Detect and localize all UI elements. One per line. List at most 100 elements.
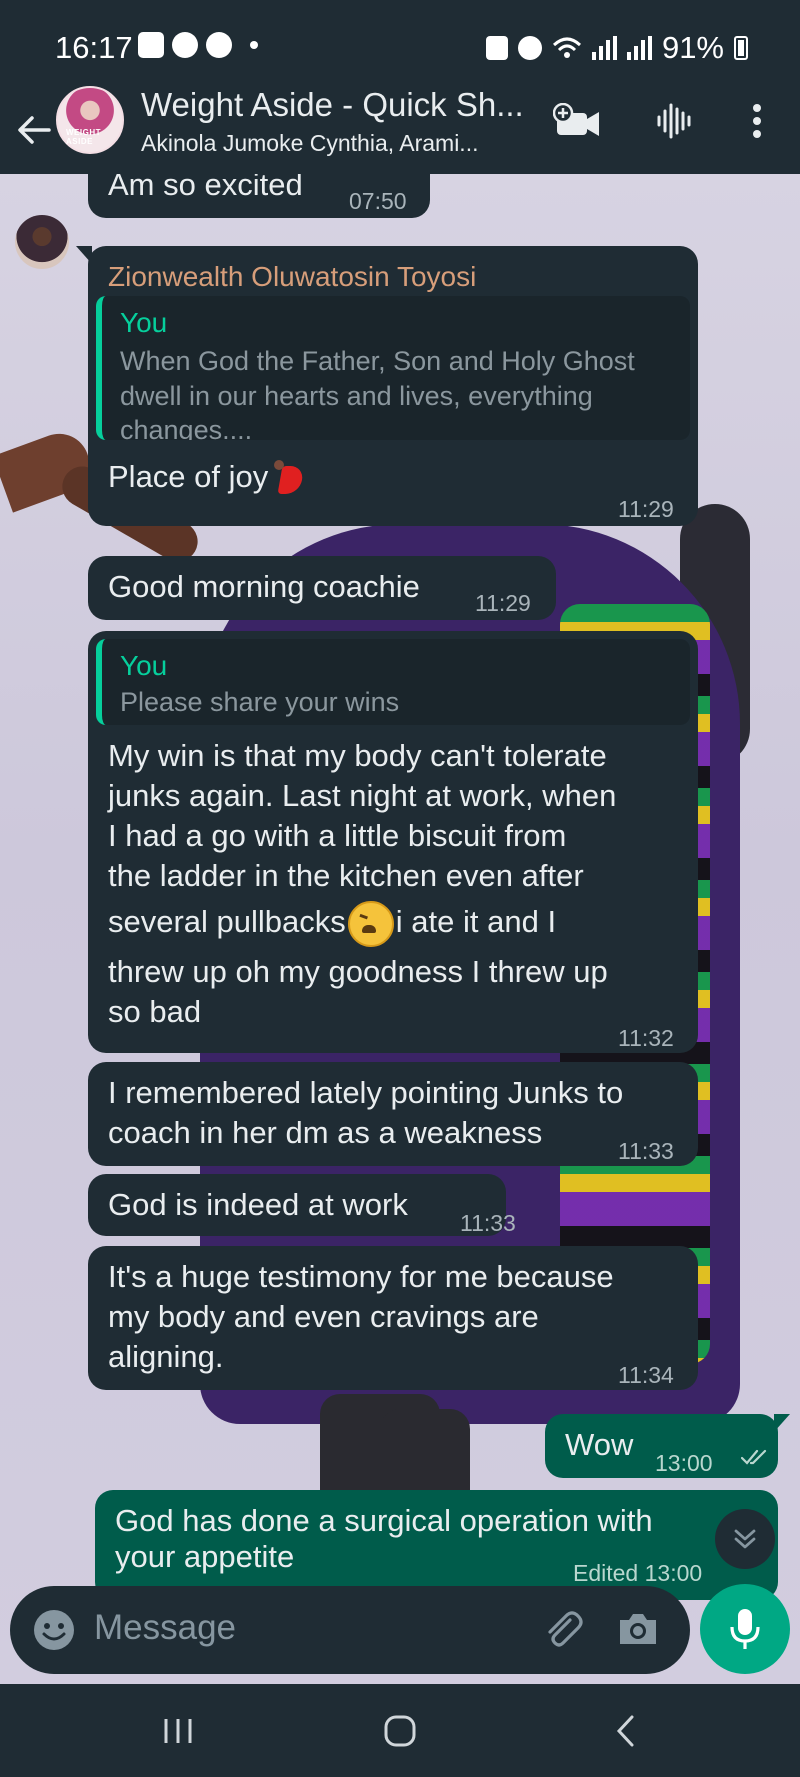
chat-header: WEIGHT ASIDE Weight Aside - Quick Sh... … [0, 86, 800, 174]
back-button[interactable] [14, 100, 54, 160]
notification-icons [138, 32, 258, 58]
group-title[interactable]: Weight Aside - Quick Sh... [141, 86, 524, 124]
message-time: 13:00 [655, 1450, 713, 1476]
attach-button[interactable] [540, 1606, 586, 1652]
message-text-line: coach in her dm as a weakness [108, 1115, 543, 1150]
emoji-button[interactable] [32, 1608, 76, 1652]
home-button[interactable] [370, 1704, 430, 1758]
video-call-button[interactable] [553, 96, 603, 146]
message-bubble[interactable]: God is indeed at work 11:33 [88, 1174, 516, 1236]
recent-apps-button[interactable] [148, 1704, 208, 1758]
message-input[interactable]: Message [94, 1608, 236, 1648]
paperclip-icon [548, 1611, 583, 1647]
message-text-line: the ladder in the kitchen even after [108, 858, 584, 893]
message-bubble[interactable]: Good morning coachie 11:29 [88, 556, 556, 620]
message-bubble[interactable]: Am so excited 07:50 [88, 174, 430, 218]
message-input-bar[interactable]: Message [10, 1586, 690, 1674]
quote-text-line: When God the Father, Son and Holy Ghost [120, 346, 635, 376]
battery-icon [734, 36, 748, 60]
quoted-message[interactable]: You Please share your wins [96, 639, 690, 725]
back-nav-button[interactable] [596, 1704, 656, 1758]
voice-waveform-icon [657, 103, 691, 139]
message-text-line: i ate it and I [395, 904, 557, 940]
signal-strength-icon [591, 36, 617, 60]
group-participants[interactable]: Akinola Jumoke Cynthia, Arami... [141, 130, 478, 157]
message-bubble[interactable]: You Please share your wins My win is tha… [88, 631, 698, 1053]
group-avatar[interactable]: WEIGHT ASIDE [56, 86, 124, 154]
message-text: Good morning coachie [108, 569, 420, 604]
video-call-add-icon [553, 103, 599, 136]
system-navigation-bar [0, 1684, 800, 1777]
more-notifications-dot-icon [250, 41, 258, 49]
message-text-line: God has done a surgical operation with [115, 1503, 653, 1538]
recycle-icon [485, 36, 508, 60]
wifi-icon [552, 37, 581, 58]
microphone-icon [730, 1609, 760, 1649]
quoted-message[interactable]: You When God the Father, Son and Holy Gh… [96, 296, 690, 440]
message-text: Wow [565, 1427, 634, 1462]
bubble-tail [76, 246, 92, 264]
message-time: 11:33 [618, 1138, 674, 1164]
home-icon [384, 1715, 416, 1747]
voice-call-button[interactable] [650, 96, 700, 146]
chevron-left-icon [616, 1715, 634, 1747]
status-time: 16:17 [55, 30, 133, 65]
recent-apps-icon [164, 1719, 192, 1743]
quote-text-line: dwell in our hearts and lives, everythin… [120, 381, 593, 411]
message-text-line: so bad [108, 994, 202, 1029]
double-chevron-down-icon [734, 1529, 756, 1549]
message-text-line: I had a go with a little biscuit from [108, 818, 567, 853]
dancer-emoji-icon [270, 459, 308, 498]
message-text-line: several pullbacks [108, 904, 346, 940]
quote-text-line: changes.... [120, 415, 253, 440]
message-bubble[interactable]: I remembered lately pointing Junks to co… [88, 1062, 698, 1166]
message-text-line: It's a huge testimony for me because [108, 1259, 614, 1294]
more-vertical-icon [753, 104, 761, 138]
message-text-line: I remembered lately pointing Junks to [108, 1075, 624, 1110]
message-time: 11:29 [618, 496, 674, 522]
arrow-left-icon [18, 116, 51, 144]
message-text-line: aligning. [108, 1339, 224, 1374]
scroll-to-bottom-button[interactable] [715, 1509, 775, 1569]
message-time: 11:33 [460, 1210, 516, 1236]
message-text: Place of joy [108, 459, 269, 494]
bubble-tail [774, 1414, 790, 1432]
outgoing-message-bubble[interactable]: God has done a surgical operation with y… [95, 1490, 778, 1600]
quote-author: You [120, 307, 168, 338]
message-time: 11:29 [475, 590, 531, 616]
battery-percent: 91% [661, 30, 724, 65]
message-time: 11:34 [618, 1362, 674, 1388]
message-text: God is indeed at work [108, 1187, 408, 1222]
sender-name[interactable]: Zionwealth Oluwatosin Toyosi [108, 258, 476, 296]
gallery-notification-icon [138, 32, 164, 58]
message-bubble[interactable]: It's a huge testimony for me because my … [88, 1246, 698, 1390]
message-text-line: threw up oh my goodness I threw up [108, 954, 608, 989]
outgoing-message-bubble[interactable]: Wow 13:00 [545, 1414, 790, 1478]
sender-avatar[interactable] [15, 215, 69, 269]
message-text: Am so excited [108, 174, 303, 202]
message-time: 07:50 [349, 188, 407, 214]
group-avatar-text: WEIGHT ASIDE [66, 128, 101, 146]
read-receipt-icon [741, 1449, 767, 1465]
status-bar: 16:17 91% [0, 0, 800, 86]
quote-text-line: Please share your wins [120, 687, 400, 717]
emoji-smile-icon [34, 1610, 74, 1650]
camera-icon [620, 1614, 656, 1644]
weary-face-emoji-icon [347, 901, 394, 947]
voice-message-button[interactable] [700, 1584, 790, 1674]
message-time: 11:32 [618, 1025, 674, 1051]
alarm-icon [517, 36, 542, 60]
app-notification-icon [206, 32, 232, 58]
quote-author: You [120, 650, 168, 681]
message-text-line: your appetite [115, 1539, 295, 1574]
message-text-line: junks again. Last night at work, when [108, 778, 617, 813]
message-text-line: my body and even cravings are [108, 1299, 539, 1334]
signal-strength-2-icon [626, 36, 652, 60]
chat-area[interactable]: Am so excited 07:50 Zionwealth Oluwatosi… [0, 174, 800, 1684]
camera-button[interactable] [615, 1606, 661, 1652]
system-icons: 91% [485, 30, 748, 66]
more-options-button[interactable] [732, 96, 782, 146]
message-bubble[interactable]: Zionwealth Oluwatosin Toyosi You When Go… [76, 246, 698, 526]
message-text-line: My win is that my body can't tolerate [108, 738, 607, 773]
whatsapp-notification-icon [172, 32, 198, 58]
